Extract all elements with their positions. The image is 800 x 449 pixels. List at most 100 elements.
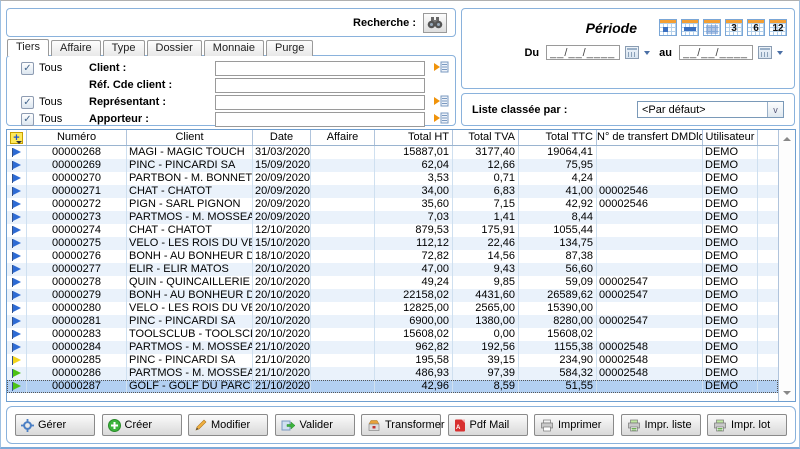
client-input[interactable]	[215, 61, 425, 76]
transformer-button[interactable]: Transformer	[361, 414, 441, 436]
tous-apporteur-checkbox[interactable]: ✓	[21, 113, 34, 126]
table-header: + Numéro Client Date Affaire Total HT To…	[7, 130, 778, 146]
date-to-dropdown-icon[interactable]	[777, 51, 783, 55]
calendar-day-button[interactable]	[659, 19, 677, 36]
period-12-button[interactable]: 12	[769, 19, 787, 36]
period-6-button[interactable]: 6	[747, 19, 765, 36]
table-row[interactable]: 00000272 PIGN - SARL PIGNON 20/09/2020 3…	[7, 198, 778, 211]
client-picker-icon[interactable]	[425, 61, 449, 76]
table-row[interactable]: 00000283 TOOLSCLUB - TOOLSCLUB 20/10/202…	[7, 328, 778, 341]
period-3-button[interactable]: 3	[725, 19, 743, 36]
tous-client-checkbox[interactable]: ✓	[21, 62, 34, 75]
column-header-total-ttc[interactable]: Total TTC	[519, 130, 597, 145]
valider-button[interactable]: Valider	[275, 414, 355, 436]
calendar-month-button[interactable]	[703, 19, 721, 36]
table-row[interactable]: 00000269 PINC - PINCARDI SA 15/09/2020 6…	[7, 159, 778, 172]
cell-total-ht: 6900,00	[375, 315, 453, 328]
date-from-input[interactable]	[546, 45, 620, 60]
svg-text:A: A	[456, 425, 461, 431]
scroll-up-icon[interactable]	[779, 131, 795, 146]
date-to-calendar-icon[interactable]	[758, 46, 772, 59]
cell-total-ttc: 42,92	[519, 198, 597, 211]
tab-affaire[interactable]: Affaire	[51, 40, 101, 56]
column-chooser-button[interactable]: +	[7, 130, 27, 145]
column-header-utilisateur[interactable]: Utilisateur	[703, 130, 758, 145]
row-flag-icon	[7, 211, 27, 224]
modifier-button[interactable]: Modifier	[188, 414, 268, 436]
cell-client: PINC - PINCARDI SA	[127, 315, 253, 328]
date-to-input[interactable]	[679, 45, 753, 60]
table-row[interactable]: 00000276 BONH - AU BONHEUR DU I 18/10/20…	[7, 250, 778, 263]
table-row[interactable]: 00000273 PARTMOS - M. MOSSEAU E 20/09/20…	[7, 211, 778, 224]
tab-purge[interactable]: Purge	[266, 40, 313, 56]
vertical-scrollbar[interactable]	[778, 130, 795, 401]
cell-affaire	[311, 328, 375, 341]
cell-numero: 00000285	[27, 354, 127, 367]
gear-icon	[21, 419, 34, 432]
row-flag-icon	[7, 354, 27, 367]
tab-dossier[interactable]: Dossier	[147, 40, 202, 56]
apporteur-input[interactable]	[215, 112, 425, 127]
ref-cde-client-input[interactable]	[215, 78, 425, 93]
tab-type[interactable]: Type	[103, 40, 145, 56]
sort-select[interactable]: <Par défaut> v	[637, 101, 784, 118]
pdf-mail-button[interactable]: A Pdf Mail	[448, 414, 528, 436]
cell-utilisateur: DEMO	[703, 263, 758, 276]
table-row[interactable]: 00000270 PARTBON - M. BONNET 20/09/2020 …	[7, 172, 778, 185]
representant-input[interactable]	[215, 95, 425, 110]
imprimer-button[interactable]: Imprimer	[534, 414, 614, 436]
impr-liste-button[interactable]: Impr. liste	[621, 414, 701, 436]
date-from-calendar-icon[interactable]	[625, 46, 639, 59]
row-flag-icon	[7, 159, 27, 172]
apporteur-picker-icon[interactable]	[425, 112, 449, 127]
table-row[interactable]: 00000274 CHAT - CHATOT 12/10/2020 879,53…	[7, 224, 778, 237]
cell-total-tva: 3177,40	[453, 146, 519, 159]
tous-representant-checkbox[interactable]: ✓	[21, 96, 34, 109]
cell-client: ELIR - ELIR MATOS	[127, 263, 253, 276]
calendar-week-button[interactable]	[681, 19, 699, 36]
impr-lot-button[interactable]: Impr. lot	[707, 414, 787, 436]
cell-utilisateur: DEMO	[703, 224, 758, 237]
tab-monnaie[interactable]: Monnaie	[204, 40, 264, 56]
row-flag-icon	[7, 237, 27, 250]
column-header-total-ht[interactable]: Total HT	[375, 130, 453, 145]
cell-client: PARTMOS - M. MOSSEAU E	[127, 341, 253, 354]
table-row[interactable]: 00000286 PARTMOS - M. MOSSEAU E 21/10/20…	[7, 367, 778, 380]
column-header-numero[interactable]: Numéro	[27, 130, 127, 145]
cell-transfert: 00002548	[597, 341, 703, 354]
cell-total-tva: 4431,60	[453, 289, 519, 302]
tab-tiers[interactable]: Tiers	[7, 39, 49, 56]
column-header-client[interactable]: Client	[127, 130, 253, 145]
table-row[interactable]: 00000285 PINC - PINCARDI SA 21/10/2020 1…	[7, 354, 778, 367]
cell-affaire	[311, 289, 375, 302]
cell-total-ht: 112,12	[375, 237, 453, 250]
cell-date: 20/09/2020	[253, 211, 311, 224]
cell-date: 12/10/2020	[253, 224, 311, 237]
column-header-date[interactable]: Date	[253, 130, 311, 145]
cell-client: GOLF - GOLF DU PARC	[127, 380, 253, 393]
cell-transfert: 00002547	[597, 289, 703, 302]
column-header-affaire[interactable]: Affaire	[311, 130, 375, 145]
representant-picker-icon[interactable]	[425, 95, 449, 110]
table-row[interactable]: 00000279 BONH - AU BONHEUR DU I 20/10/20…	[7, 289, 778, 302]
table-row[interactable]: 00000278 QUIN - QUINCAILLERIE PL 20/10/2…	[7, 276, 778, 289]
table-row[interactable]: 00000281 PINC - PINCARDI SA 20/10/2020 6…	[7, 315, 778, 328]
scroll-down-icon[interactable]	[779, 385, 795, 400]
table-row[interactable]: 00000268 MAGI - MAGIC TOUCH 31/03/2020 1…	[7, 146, 778, 159]
table-row[interactable]: 00000271 CHAT - CHATOT 20/09/2020 34,00 …	[7, 185, 778, 198]
date-from-dropdown-icon[interactable]	[644, 51, 650, 55]
cell-total-ht: 62,04	[375, 159, 453, 172]
search-button[interactable]	[423, 13, 447, 33]
column-header-transfert[interactable]: N° de transfert DMDlog	[597, 130, 703, 145]
gerer-button[interactable]: Gérer	[15, 414, 95, 436]
table-row[interactable]: 00000277 ELIR - ELIR MATOS 20/10/2020 47…	[7, 263, 778, 276]
table-row[interactable]: 00000287 GOLF - GOLF DU PARC 21/10/2020 …	[7, 380, 778, 393]
table-row[interactable]: 00000284 PARTMOS - M. MOSSEAU E 21/10/20…	[7, 341, 778, 354]
row-flag-icon	[7, 380, 27, 393]
table-row[interactable]: 00000280 VELO - LES ROIS DU VELO 20/10/2…	[7, 302, 778, 315]
table-row[interactable]: 00000275 VELO - LES ROIS DU VELO 15/10/2…	[7, 237, 778, 250]
creer-button[interactable]: Créer	[102, 414, 182, 436]
column-header-total-tva[interactable]: Total TVA	[453, 130, 519, 145]
cell-client: PARTMOS - M. MOSSEAU E	[127, 211, 253, 224]
cell-transfert	[597, 146, 703, 159]
